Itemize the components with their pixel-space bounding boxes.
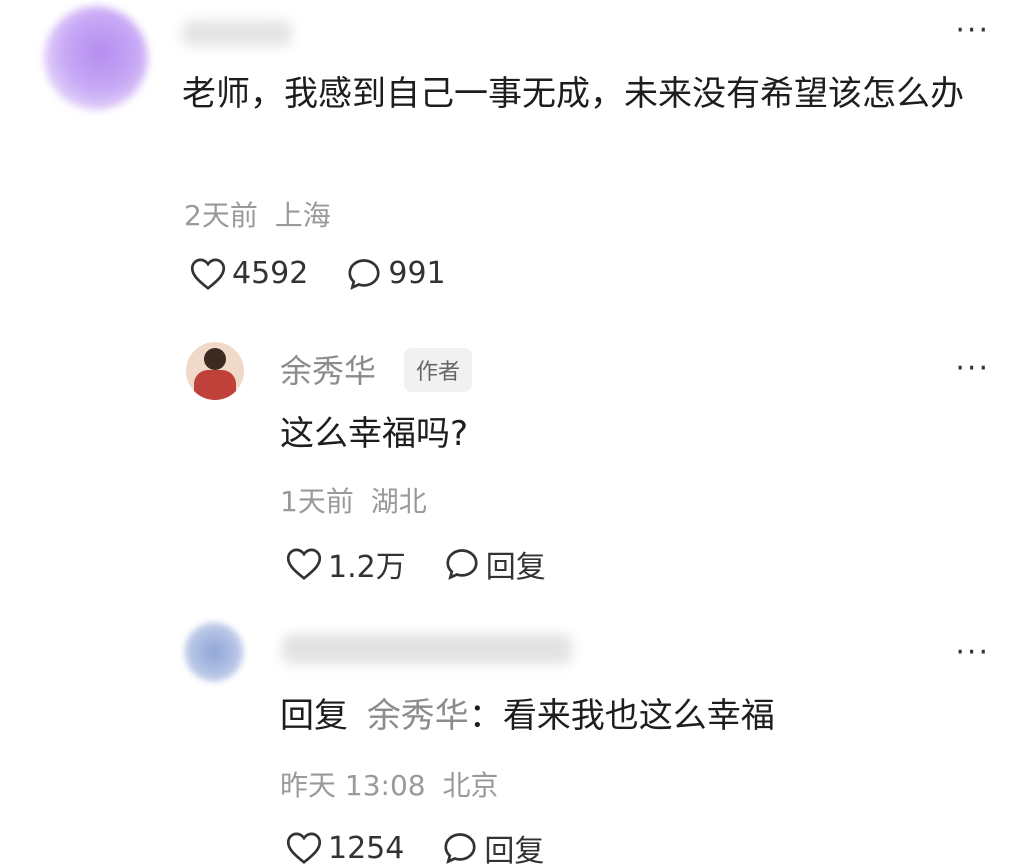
like-button[interactable]: 4592 bbox=[190, 256, 308, 291]
comment-bubble-icon bbox=[444, 833, 476, 864]
comment-time: 2天前 bbox=[184, 199, 258, 232]
like-button[interactable]: 1.2万 bbox=[286, 542, 406, 586]
avatar-figure-body bbox=[194, 370, 236, 400]
reply-time: 1天前 bbox=[280, 485, 354, 518]
heart-icon bbox=[286, 832, 322, 864]
reply-button[interactable]: 回复 bbox=[444, 542, 546, 586]
reply-button[interactable]: 回复 bbox=[442, 826, 544, 868]
like-button[interactable]: 1254 bbox=[286, 831, 404, 866]
comment-location: 上海 bbox=[274, 199, 331, 232]
author-avatar[interactable] bbox=[186, 342, 244, 400]
comment-bubble-icon bbox=[348, 258, 380, 290]
like-count: 4592 bbox=[232, 256, 309, 291]
reply-separator: ： bbox=[468, 696, 503, 736]
reply-text: 这么幸福吗? bbox=[280, 414, 469, 454]
comment-bubble-icon bbox=[446, 549, 478, 580]
reply-count: 991 bbox=[388, 256, 446, 291]
user-avatar[interactable] bbox=[184, 622, 244, 682]
reply-prefix: 回复 bbox=[280, 696, 348, 736]
reply-target-username[interactable]: 余秀华 bbox=[367, 696, 469, 736]
avatar-figure-head bbox=[204, 348, 226, 370]
reply-label: 回复 bbox=[484, 834, 545, 868]
author-badge: 作者 bbox=[404, 348, 473, 392]
reply-actions: 1.2万 回复 bbox=[286, 542, 584, 586]
heart-icon bbox=[190, 258, 226, 290]
reply-button[interactable]: 991 bbox=[346, 256, 446, 291]
reply-time: 昨天 13:08 bbox=[280, 769, 426, 802]
comment-meta: 2天前 上海 bbox=[184, 194, 331, 234]
heart-icon bbox=[286, 548, 322, 580]
more-options-icon[interactable]: ··· bbox=[955, 638, 990, 668]
reply-meta: 1天前 湖北 bbox=[280, 480, 427, 520]
comment-text: 老师，我感到自己一事无成，未来没有希望该怎么办 bbox=[182, 74, 964, 114]
reply-text: 回复 余秀华：看来我也这么幸福 bbox=[280, 690, 775, 742]
like-count: 1.2万 bbox=[328, 550, 406, 585]
reply-actions: 1254 回复 bbox=[286, 826, 582, 868]
reply-location: 北京 bbox=[442, 769, 499, 802]
avatar[interactable] bbox=[44, 6, 148, 110]
more-options-icon[interactable]: ··· bbox=[955, 354, 990, 384]
reply-meta: 昨天 13:08 北京 bbox=[280, 764, 499, 804]
username-blurred[interactable] bbox=[182, 20, 292, 46]
reply-content: 看来我也这么幸福 bbox=[502, 696, 775, 736]
author-username[interactable]: 余秀华 bbox=[280, 346, 376, 392]
comment-actions: 4592 991 bbox=[190, 256, 484, 291]
reply-location: 湖北 bbox=[370, 485, 427, 518]
reply-label: 回复 bbox=[485, 550, 546, 585]
username-blurred[interactable] bbox=[282, 634, 572, 664]
more-options-icon[interactable]: ··· bbox=[955, 16, 990, 46]
like-count: 1254 bbox=[328, 830, 405, 866]
